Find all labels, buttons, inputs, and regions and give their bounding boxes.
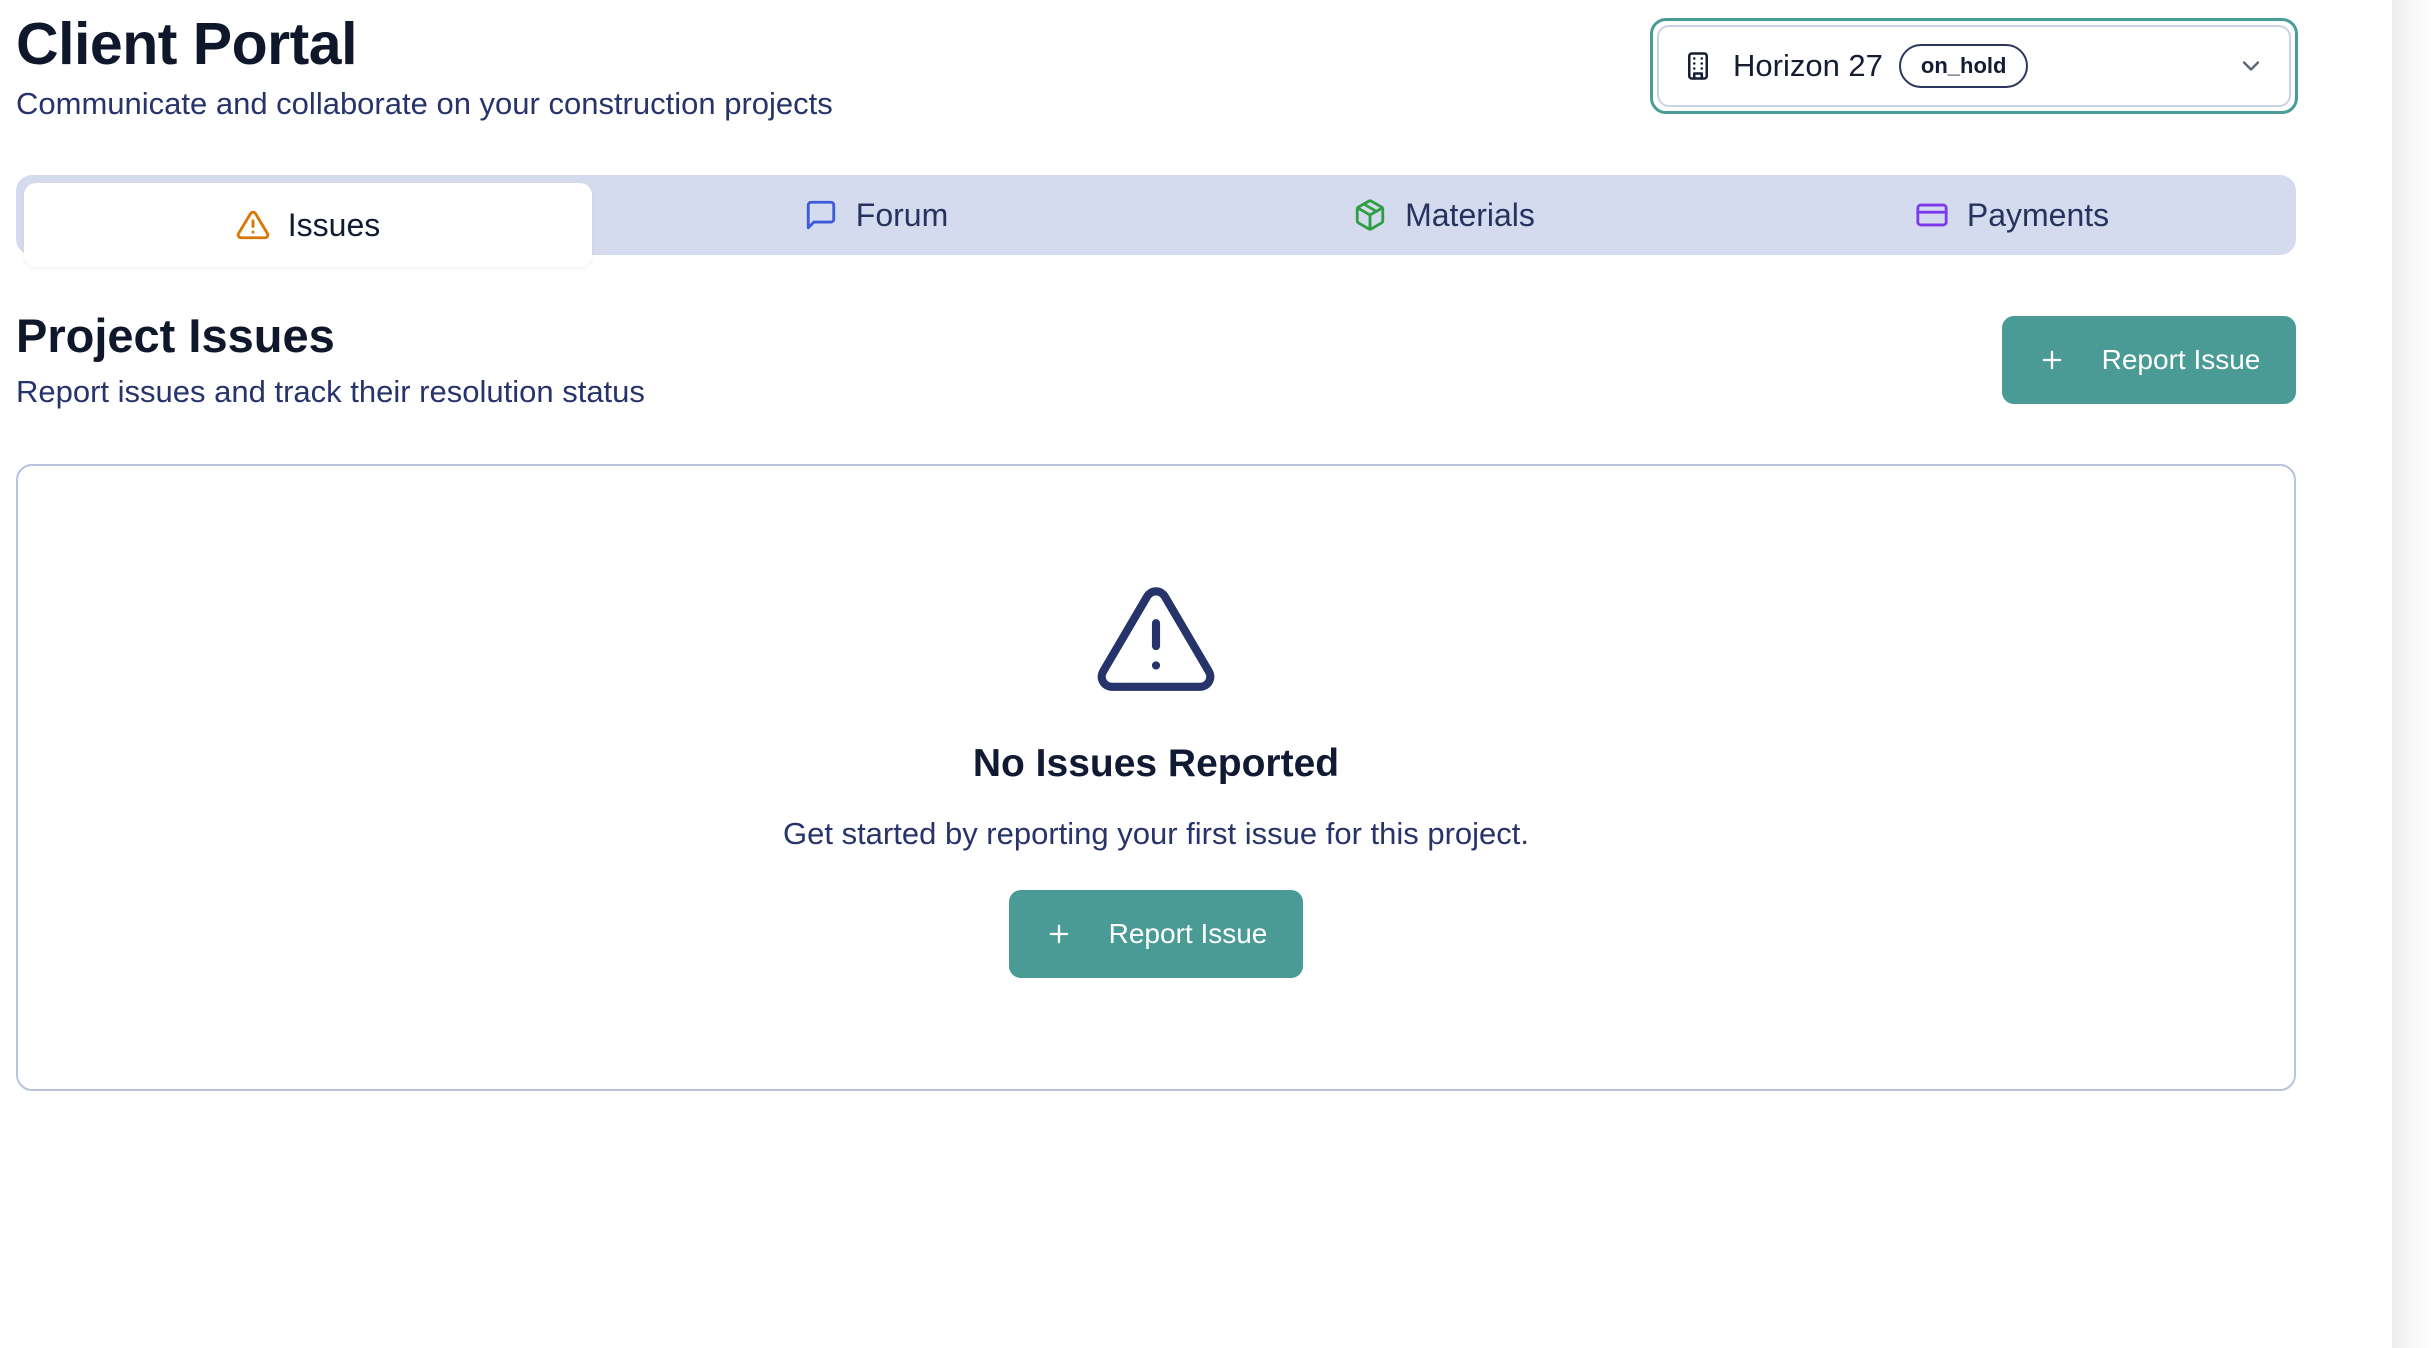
project-select-field[interactable]: Horizon 27 on_hold — [1657, 25, 2291, 107]
alert-triangle-icon — [1097, 587, 1215, 691]
project-status-badge: on_hold — [1898, 44, 2029, 88]
tab-forum-label: Forum — [855, 196, 949, 233]
report-issue-button-label: Report Issue — [2101, 344, 2261, 375]
tab-bar: Issues Forum Materials Payments — [16, 175, 2296, 267]
tab-issues[interactable]: Issues — [24, 183, 592, 267]
section-subtitle: Report issues and track their resolution… — [16, 374, 645, 409]
client-portal-page: Client Portal Communicate and collaborat… — [0, 0, 2432, 1348]
chevron-down-icon — [2242, 61, 2260, 71]
scrollbar-edge[interactable] — [2392, 0, 2432, 1348]
empty-state-report-issue-label: Report Issue — [1108, 918, 1268, 949]
project-select[interactable]: Horizon 27 on_hold — [1650, 18, 2298, 114]
tab-issues-label: Issues — [287, 206, 381, 243]
package-icon — [1355, 199, 1385, 231]
tab-materials-label: Materials — [1405, 196, 1535, 233]
empty-state-report-issue-button[interactable]: Report Issue — [1009, 890, 1303, 978]
credit-card-icon — [1916, 203, 1948, 227]
tab-payments-label: Payments — [1966, 196, 2110, 233]
page-title: Client Portal — [16, 11, 358, 77]
tab-payments[interactable]: Payments — [1728, 175, 2296, 255]
plus-icon — [2042, 350, 2061, 370]
tab-forum[interactable]: Forum — [592, 175, 1160, 255]
message-square-icon — [806, 200, 835, 230]
empty-state-text: Get started by reporting your first issu… — [782, 816, 1530, 851]
building-icon — [1688, 52, 1708, 80]
alert-triangle-icon — [236, 210, 269, 240]
selected-project-name: Horizon 27 — [1733, 48, 1883, 83]
page-subtitle: Communicate and collaborate on your cons… — [16, 86, 833, 121]
report-issue-button[interactable]: Report Issue — [2002, 316, 2296, 404]
plus-icon — [1049, 924, 1068, 944]
empty-state-title: No Issues Reported — [972, 742, 1340, 785]
section-title: Project Issues — [16, 309, 335, 362]
tab-materials[interactable]: Materials — [1160, 175, 1728, 255]
